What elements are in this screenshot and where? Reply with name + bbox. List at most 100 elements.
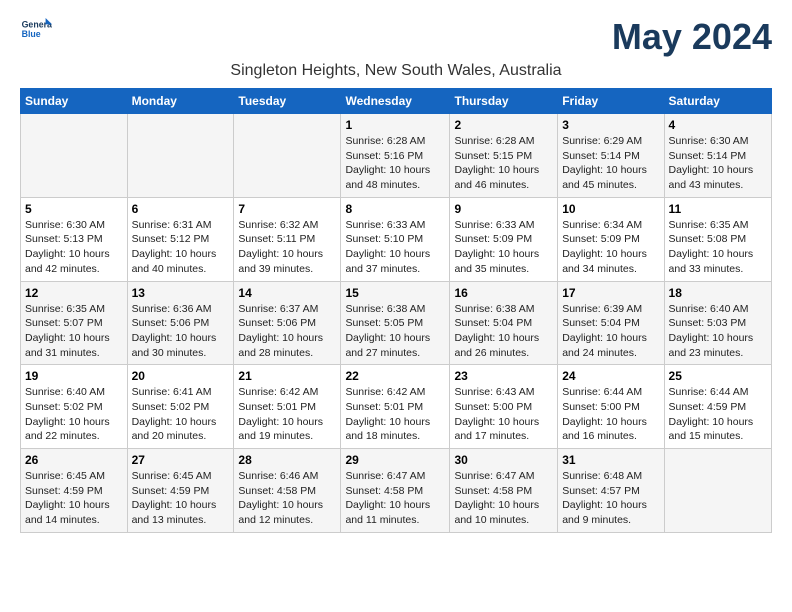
day-number: 23 — [454, 369, 553, 383]
day-info: Sunrise: 6:40 AMSunset: 5:03 PMDaylight:… — [669, 302, 767, 361]
table-row: 8 Sunrise: 6:33 AMSunset: 5:10 PMDaylight… — [341, 197, 450, 281]
day-info: Sunrise: 6:30 AMSunset: 5:13 PMDaylight:… — [25, 218, 123, 277]
table-row: 5 Sunrise: 6:30 AMSunset: 5:13 PMDaylight… — [21, 197, 128, 281]
day-number: 30 — [454, 453, 553, 467]
col-sunday: Sunday — [21, 89, 128, 114]
day-info: Sunrise: 6:30 AMSunset: 5:14 PMDaylight:… — [669, 134, 767, 193]
day-info: Sunrise: 6:36 AMSunset: 5:06 PMDaylight:… — [132, 302, 230, 361]
table-row: 4 Sunrise: 6:30 AMSunset: 5:14 PMDaylight… — [664, 114, 771, 198]
day-number: 21 — [238, 369, 336, 383]
day-info: Sunrise: 6:38 AMSunset: 5:04 PMDaylight:… — [454, 302, 553, 361]
day-info: Sunrise: 6:46 AMSunset: 4:58 PMDaylight:… — [238, 469, 336, 528]
day-number: 7 — [238, 202, 336, 216]
day-number: 18 — [669, 286, 767, 300]
calendar-week-row: 26 Sunrise: 6:45 AMSunset: 4:59 PMDayligh… — [21, 449, 772, 533]
day-number: 25 — [669, 369, 767, 383]
day-number: 14 — [238, 286, 336, 300]
table-row — [21, 114, 128, 198]
day-info: Sunrise: 6:47 AMSunset: 4:58 PMDaylight:… — [454, 469, 553, 528]
table-row: 11 Sunrise: 6:35 AMSunset: 5:08 PMDayligh… — [664, 197, 771, 281]
day-info: Sunrise: 6:47 AMSunset: 4:58 PMDaylight:… — [345, 469, 445, 528]
day-info: Sunrise: 6:38 AMSunset: 5:05 PMDaylight:… — [345, 302, 445, 361]
calendar-week-row: 1 Sunrise: 6:28 AMSunset: 5:16 PMDaylight… — [21, 114, 772, 198]
day-number: 31 — [562, 453, 659, 467]
table-row: 22 Sunrise: 6:42 AMSunset: 5:01 PMDayligh… — [341, 365, 450, 449]
day-number: 13 — [132, 286, 230, 300]
day-info: Sunrise: 6:41 AMSunset: 5:02 PMDaylight:… — [132, 385, 230, 444]
day-number: 27 — [132, 453, 230, 467]
day-info: Sunrise: 6:45 AMSunset: 4:59 PMDaylight:… — [132, 469, 230, 528]
table-row — [664, 449, 771, 533]
day-info: Sunrise: 6:35 AMSunset: 5:08 PMDaylight:… — [669, 218, 767, 277]
table-row: 27 Sunrise: 6:45 AMSunset: 4:59 PMDayligh… — [127, 449, 234, 533]
calendar-week-row: 12Sunrise: 6:35 AMSunset: 5:07 PMDayligh… — [21, 281, 772, 365]
day-number: 28 — [238, 453, 336, 467]
table-row: 7 Sunrise: 6:32 AMSunset: 5:11 PMDaylight… — [234, 197, 341, 281]
day-number: 12 — [25, 286, 123, 300]
table-row: 20 Sunrise: 6:41 AMSunset: 5:02 PMDayligh… — [127, 365, 234, 449]
table-row: 21 Sunrise: 6:42 AMSunset: 5:01 PMDayligh… — [234, 365, 341, 449]
day-info: Sunrise: 6:28 AMSunset: 5:16 PMDaylight:… — [345, 134, 445, 193]
day-number: 10 — [562, 202, 659, 216]
table-row: 23 Sunrise: 6:43 AMSunset: 5:00 PMDayligh… — [450, 365, 558, 449]
table-row: 13 Sunrise: 6:36 AMSunset: 5:06 PMDayligh… — [127, 281, 234, 365]
day-number: 8 — [345, 202, 445, 216]
day-info: Sunrise: 6:33 AMSunset: 5:10 PMDaylight:… — [345, 218, 445, 277]
table-row — [234, 114, 341, 198]
day-info: Sunrise: 6:37 AMSunset: 5:06 PMDaylight:… — [238, 302, 336, 361]
day-number: 11 — [669, 202, 767, 216]
day-number: 4 — [669, 118, 767, 132]
table-row: 25 Sunrise: 6:44 AMSunset: 4:59 PMDayligh… — [664, 365, 771, 449]
page-header: General Blue May 2024 — [20, 16, 772, 58]
table-row: 18 Sunrise: 6:40 AMSunset: 5:03 PMDayligh… — [664, 281, 771, 365]
day-number: 5 — [25, 202, 123, 216]
day-info: Sunrise: 6:42 AMSunset: 5:01 PMDaylight:… — [345, 385, 445, 444]
col-wednesday: Wednesday — [341, 89, 450, 114]
day-info: Sunrise: 6:44 AMSunset: 4:59 PMDaylight:… — [669, 385, 767, 444]
col-tuesday: Tuesday — [234, 89, 341, 114]
month-title: May 2024 — [612, 16, 772, 58]
svg-text:Blue: Blue — [22, 29, 41, 39]
day-info: Sunrise: 6:45 AMSunset: 4:59 PMDaylight:… — [25, 469, 123, 528]
table-row: 30 Sunrise: 6:47 AMSunset: 4:58 PMDayligh… — [450, 449, 558, 533]
day-number: 2 — [454, 118, 553, 132]
day-info: Sunrise: 6:33 AMSunset: 5:09 PMDaylight:… — [454, 218, 553, 277]
calendar-table: Sunday Monday Tuesday Wednesday Thursday… — [20, 88, 772, 533]
day-info: Sunrise: 6:39 AMSunset: 5:04 PMDaylight:… — [562, 302, 659, 361]
day-number: 19 — [25, 369, 123, 383]
day-number: 6 — [132, 202, 230, 216]
table-row: 26 Sunrise: 6:45 AMSunset: 4:59 PMDayligh… — [21, 449, 128, 533]
day-number: 15 — [345, 286, 445, 300]
table-row: 9Sunrise: 6:33 AMSunset: 5:09 PMDaylight… — [450, 197, 558, 281]
day-info: Sunrise: 6:28 AMSunset: 5:15 PMDaylight:… — [454, 134, 553, 193]
table-row: 31 Sunrise: 6:48 AMSunset: 4:57 PMDayligh… — [558, 449, 664, 533]
day-number: 22 — [345, 369, 445, 383]
subtitle: Singleton Heights, New South Wales, Aust… — [20, 62, 772, 80]
table-row: 19Sunrise: 6:40 AMSunset: 5:02 PMDayligh… — [21, 365, 128, 449]
table-row: 1 Sunrise: 6:28 AMSunset: 5:16 PMDaylight… — [341, 114, 450, 198]
table-row: 2 Sunrise: 6:28 AMSunset: 5:15 PMDaylight… — [450, 114, 558, 198]
logo: General Blue — [20, 16, 52, 44]
day-info: Sunrise: 6:32 AMSunset: 5:11 PMDaylight:… — [238, 218, 336, 277]
day-number: 1 — [345, 118, 445, 132]
calendar-week-row: 5 Sunrise: 6:30 AMSunset: 5:13 PMDaylight… — [21, 197, 772, 281]
day-info: Sunrise: 6:48 AMSunset: 4:57 PMDaylight:… — [562, 469, 659, 528]
table-row: 28 Sunrise: 6:46 AMSunset: 4:58 PMDayligh… — [234, 449, 341, 533]
day-number: 20 — [132, 369, 230, 383]
day-info: Sunrise: 6:43 AMSunset: 5:00 PMDaylight:… — [454, 385, 553, 444]
day-info: Sunrise: 6:42 AMSunset: 5:01 PMDaylight:… — [238, 385, 336, 444]
table-row: 15 Sunrise: 6:38 AMSunset: 5:05 PMDayligh… — [341, 281, 450, 365]
table-row: 17Sunrise: 6:39 AMSunset: 5:04 PMDayligh… — [558, 281, 664, 365]
calendar-header-row: Sunday Monday Tuesday Wednesday Thursday… — [21, 89, 772, 114]
col-saturday: Saturday — [664, 89, 771, 114]
day-number: 29 — [345, 453, 445, 467]
table-row: 24Sunrise: 6:44 AMSunset: 5:00 PMDayligh… — [558, 365, 664, 449]
table-row: 29 Sunrise: 6:47 AMSunset: 4:58 PMDayligh… — [341, 449, 450, 533]
table-row: 3Sunrise: 6:29 AMSunset: 5:14 PMDaylight… — [558, 114, 664, 198]
table-row: 16Sunrise: 6:38 AMSunset: 5:04 PMDayligh… — [450, 281, 558, 365]
table-row: 6Sunrise: 6:31 AMSunset: 5:12 PMDaylight… — [127, 197, 234, 281]
col-monday: Monday — [127, 89, 234, 114]
day-info: Sunrise: 6:29 AMSunset: 5:14 PMDaylight:… — [562, 134, 659, 193]
day-number: 24 — [562, 369, 659, 383]
day-number: 26 — [25, 453, 123, 467]
